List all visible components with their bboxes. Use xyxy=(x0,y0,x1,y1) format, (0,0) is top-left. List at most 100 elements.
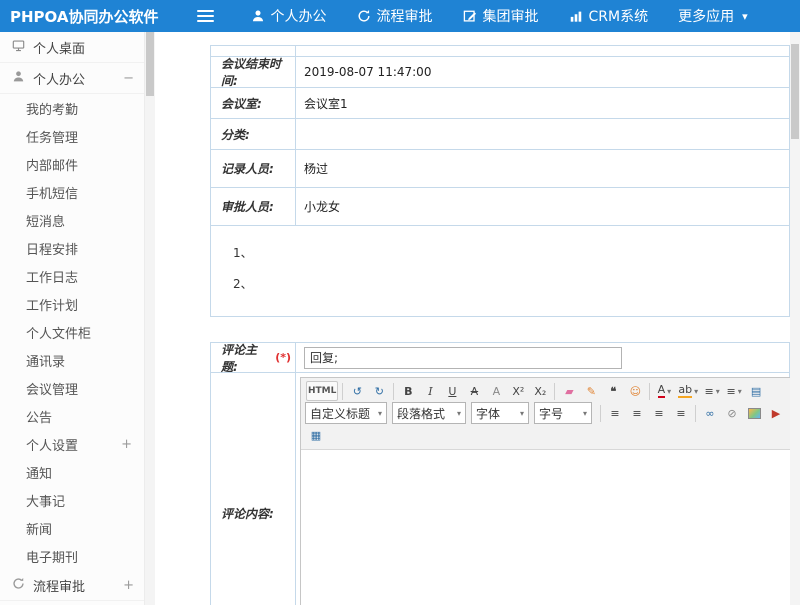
sidebar-scrollbar-thumb[interactable] xyxy=(146,32,154,96)
comment-subject-input[interactable] xyxy=(304,347,622,369)
main-scrollbar-thumb[interactable] xyxy=(791,44,799,139)
subscript-button[interactable]: X₂ xyxy=(530,381,550,401)
field-label: 审批人员: xyxy=(211,188,296,225)
sidebar-item-announcement[interactable]: 公告 xyxy=(0,402,144,430)
remove-format-button[interactable]: A xyxy=(486,381,506,401)
unlink-button[interactable]: ⊘ xyxy=(722,403,742,423)
justify-button[interactable]: ≡ xyxy=(671,403,691,423)
sidebar-item-news[interactable]: 新闻 xyxy=(0,514,144,542)
nav-label: 集团审批 xyxy=(483,6,539,26)
forecolor-button[interactable]: A▾ xyxy=(654,381,674,401)
template-button[interactable]: ▤ xyxy=(746,381,766,401)
caret-down-icon: ▾ xyxy=(457,409,461,418)
comment-content-row: 评论内容: HTML ↺ ↻ B xyxy=(211,373,789,605)
required-mark: (*) xyxy=(275,351,291,364)
sidebar-section-label: 流程审批 xyxy=(33,576,115,595)
main-scrollbar[interactable] xyxy=(790,32,800,605)
nav-personal-office[interactable]: 个人办公 xyxy=(236,0,342,32)
toolbar-separator xyxy=(695,405,696,422)
font-size-select[interactable]: 字号▾ xyxy=(534,402,592,424)
heading-select[interactable]: 自定义标题▾ xyxy=(305,402,387,424)
sidebar-item-sms[interactable]: 手机短信 xyxy=(0,178,144,206)
sidebar-section-personal-office[interactable]: 个人办公 − xyxy=(0,63,144,94)
desktop-icon xyxy=(12,39,25,56)
sidebar-section-label: 个人办公 xyxy=(33,69,115,88)
bold-button[interactable]: B xyxy=(398,381,418,401)
field-label: 会议室: xyxy=(211,88,296,118)
emoticons-button[interactable]: ☺ xyxy=(625,381,645,401)
source-code-button[interactable]: HTML xyxy=(306,381,338,401)
ordered-list-button[interactable]: ≡▾ xyxy=(702,381,722,401)
caret-down-icon: ▾ xyxy=(583,409,587,418)
table-row: 会议结束时间: 2019-08-07 11:47:00 xyxy=(211,57,789,88)
sidebar-item-schedule[interactable]: 日程安排 xyxy=(0,234,144,262)
sidebar-item-tasks[interactable]: 任务管理 xyxy=(0,122,144,150)
toggle-plus-icon[interactable]: + xyxy=(121,437,132,452)
sidebar-item-notification[interactable]: 通知 xyxy=(0,458,144,486)
link-button[interactable]: ∞ xyxy=(700,403,720,423)
align-right-button[interactable]: ≡ xyxy=(649,403,669,423)
font-family-select[interactable]: 字体▾ xyxy=(471,402,529,424)
superscript-button[interactable]: X² xyxy=(508,381,528,401)
editor-toolbar: HTML ↺ ↻ B I U A A xyxy=(301,378,800,450)
table-button[interactable]: ▦ xyxy=(306,425,326,445)
sidebar-item-attendance[interactable]: 我的考勤 xyxy=(0,94,144,122)
workflow-icon xyxy=(357,9,371,23)
person-icon xyxy=(251,9,265,23)
unordered-list-button[interactable]: ≡▾ xyxy=(724,381,744,401)
sidebar-item-personal-settings[interactable]: 个人设置+ xyxy=(0,430,144,458)
sidebar-item-desktop[interactable]: 个人桌面 xyxy=(0,32,144,63)
menu-icon[interactable] xyxy=(197,10,214,22)
paragraph-format-select[interactable]: 段落格式▾ xyxy=(392,402,466,424)
undo-button[interactable]: ↺ xyxy=(347,381,367,401)
toolbar-separator xyxy=(554,383,555,400)
table-row: 会议室: 会议室1 xyxy=(211,88,789,119)
nav-more-apps[interactable]: 更多应用 ▾ xyxy=(663,0,763,32)
meeting-content-line: 2、 xyxy=(233,269,789,300)
caret-down-icon: ▾ xyxy=(667,387,671,396)
app-logo[interactable]: PHPOA协同办公软件 xyxy=(0,6,159,27)
toolbar-separator xyxy=(600,405,601,422)
table-row xyxy=(211,46,789,57)
nav-crm[interactable]: CRM系统 xyxy=(554,0,664,32)
eraser-button[interactable]: ▰ xyxy=(559,381,579,401)
person-icon xyxy=(12,70,25,87)
quote-button[interactable]: ❝ xyxy=(603,381,623,401)
align-left-button[interactable]: ≡ xyxy=(605,403,625,423)
field-label: 分类: xyxy=(211,119,296,149)
table-row: 记录人员: 杨过 xyxy=(211,150,789,188)
sidebar-item-file-cabinet[interactable]: 个人文件柜 xyxy=(0,318,144,346)
nav-group-approval[interactable]: 集团审批 xyxy=(448,0,554,32)
toggle-plus-icon[interactable]: + xyxy=(123,578,134,593)
editor-content[interactable] xyxy=(301,450,800,605)
caret-down-icon: ▾ xyxy=(694,387,698,396)
topbar: PHPOA协同办公软件 个人办公 流程审批 集团审批 CRM系统 xyxy=(0,0,800,32)
sidebar-item-short-message[interactable]: 短消息 xyxy=(0,206,144,234)
sidebar-item-e-journal[interactable]: 电子期刊 xyxy=(0,542,144,570)
format-painter-button[interactable]: ✎ xyxy=(581,381,601,401)
redo-button[interactable]: ↻ xyxy=(369,381,389,401)
sidebar-item-work-plan[interactable]: 工作计划 xyxy=(0,290,144,318)
image-button[interactable] xyxy=(744,403,764,423)
sidebar-item-internal-mail[interactable]: 内部邮件 xyxy=(0,150,144,178)
italic-button[interactable]: I xyxy=(420,381,440,401)
comment-subject-label: 评论主题: xyxy=(221,341,272,375)
align-center-button[interactable]: ≡ xyxy=(627,403,647,423)
sidebar-item-work-log[interactable]: 工作日志 xyxy=(0,262,144,290)
sidebar-item-contacts[interactable]: 通讯录 xyxy=(0,346,144,374)
sidebar-item-memorabilia[interactable]: 大事记 xyxy=(0,486,144,514)
underline-button[interactable]: U xyxy=(442,381,462,401)
caret-down-icon: ▾ xyxy=(716,387,720,396)
sidebar-scrollbar[interactable] xyxy=(145,32,155,605)
toggle-minus-icon[interactable]: − xyxy=(123,71,134,86)
field-value: 小龙女 xyxy=(296,188,789,225)
nav-workflow-approval[interactable]: 流程审批 xyxy=(342,0,448,32)
sidebar-item-meeting-management[interactable]: 会议管理 xyxy=(0,374,144,402)
strikethrough-button[interactable]: A xyxy=(464,381,484,401)
hilitecolor-button[interactable]: ab▾ xyxy=(676,381,700,401)
sidebar-section-workflow[interactable]: 流程审批 + xyxy=(0,570,144,601)
meeting-content-line: 1、 xyxy=(233,238,789,269)
caret-down-icon: ▾ xyxy=(520,409,524,418)
bar-chart-icon xyxy=(569,9,583,23)
media-button[interactable]: ▶ xyxy=(766,403,786,423)
